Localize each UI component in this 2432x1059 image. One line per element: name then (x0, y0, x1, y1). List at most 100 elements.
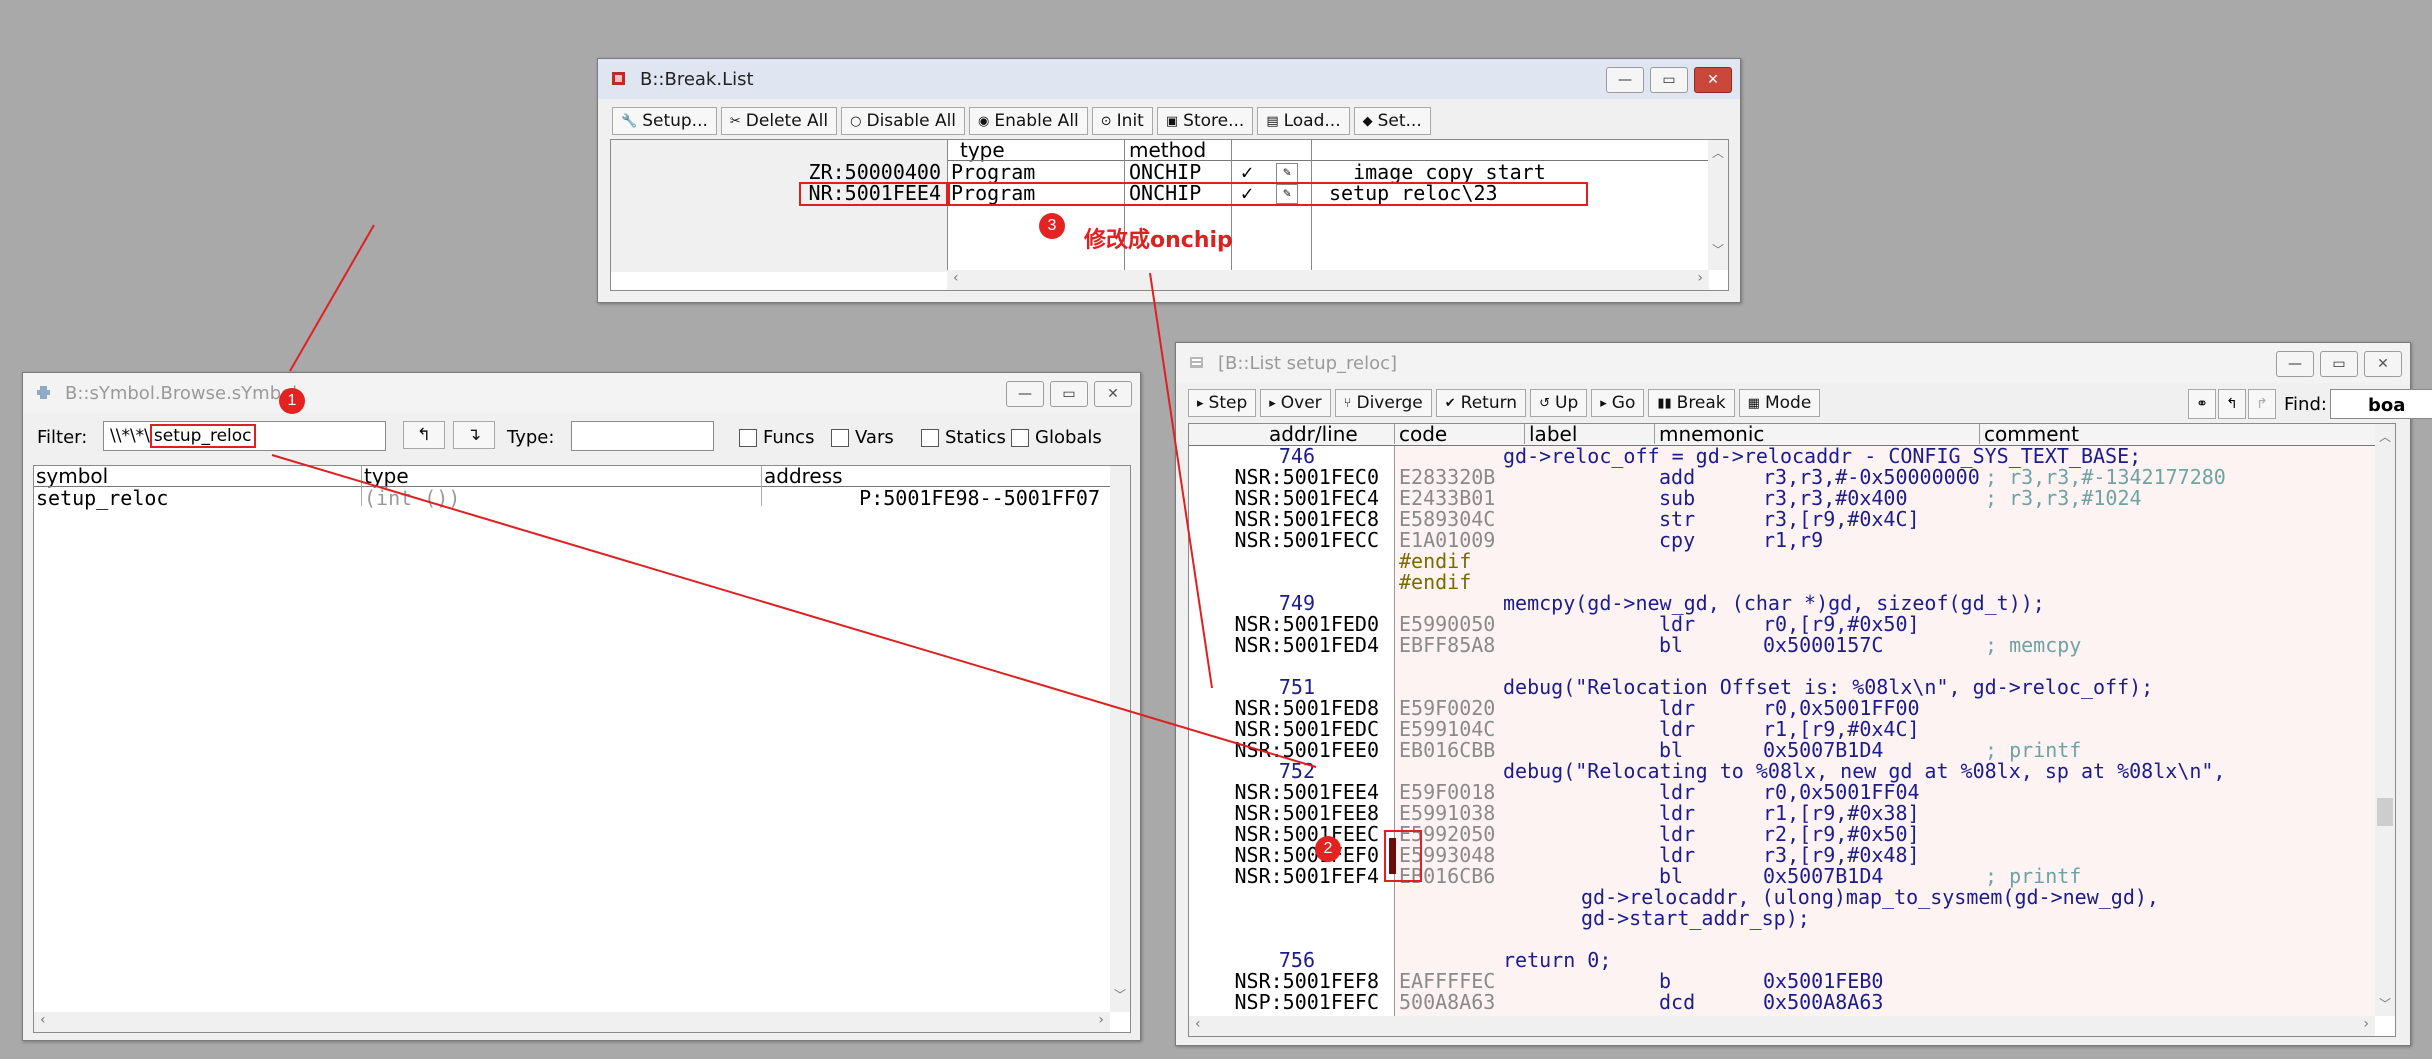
scroll-thumb[interactable] (2377, 798, 2393, 826)
redo-icon[interactable]: ↱ (2248, 389, 2276, 419)
asm-operands: r3,r3,#0x400 (1763, 486, 1908, 510)
up-button[interactable]: ↺ Up (1530, 389, 1588, 417)
breaklist-vscroll[interactable]: ︿ ﹀ (1708, 140, 1728, 270)
source-line[interactable]: 756 return 0; (1189, 950, 2375, 971)
list-hscroll[interactable]: ‹ › (1189, 1016, 2375, 1036)
setup-button[interactable]: 🔧 Setup... (612, 107, 717, 135)
asm-line[interactable]: NSR:5001FEE8 E5991038 ldr r1,[r9,#0x38] (1189, 803, 2375, 824)
column-header-comment[interactable]: comment (1984, 424, 2079, 444)
init-button[interactable]: ⊙ Init (1091, 107, 1153, 135)
asm-address: NSR:5001FEF4 (1234, 864, 1380, 888)
breakpoint-row[interactable]: ZR:50000400 Program ONCHIP ✓ ✎ __image_c… (611, 162, 1711, 183)
list-vscroll[interactable]: ︿ ﹀ (2375, 424, 2395, 1016)
minimize-button[interactable]: — (2276, 351, 2314, 377)
column-header-code[interactable]: code (1399, 424, 1447, 444)
source-continuation[interactable]: gd->start_addr_sp); (1189, 908, 2375, 929)
over-label: Over (1280, 393, 1322, 413)
load-icon: ▤ (1266, 113, 1279, 129)
asm-mnemonic: ldr (1659, 843, 1696, 867)
type-input[interactable] (571, 421, 714, 451)
disable-all-button[interactable]: ○ Disable All (841, 107, 966, 135)
column-header-addr-line[interactable]: addr/line (1269, 424, 1358, 444)
funcs-checkbox[interactable]: Funcs (739, 427, 814, 448)
asm-line[interactable]: NSR:5001FEC0 E283320B add r3,r3,#-0x5000000… (1189, 467, 2375, 488)
asm-operands: r3,r3,#-0x50000000 (1763, 465, 1980, 489)
asm-line[interactable]: NSR:5001FEF4 EB016CB6 bl 0x5007B1D4; printf (1189, 866, 2375, 887)
maximize-button[interactable]: ▭ (1050, 381, 1088, 407)
symbol-type: (int ()) (364, 486, 461, 510)
preprocessor-line[interactable]: #endif (1189, 551, 2375, 572)
set-button[interactable]: ◆ Set... (1353, 107, 1431, 135)
break-button[interactable]: ▮▮ Break (1648, 389, 1735, 417)
list-titlebar[interactable]: [B::List setup_reloc] — ▭ ✕ (1176, 343, 2410, 383)
asm-operands: 0x5007B1D4 (1763, 738, 1884, 762)
bp-edit-icon[interactable]: ✎ (1276, 163, 1298, 183)
column-header-mnemonic[interactable]: mnemonic (1659, 424, 1764, 444)
close-button[interactable]: ✕ (2364, 351, 2402, 377)
breaklist-hscroll[interactable]: ‹ › (947, 270, 1709, 290)
statics-checkbox[interactable]: Statics (921, 427, 1006, 448)
asm-line[interactable]: NSR:5001FEE0 EB016CBB bl 0x5007B1D4 ; printf (1189, 740, 2375, 761)
column-header-label[interactable]: label (1529, 424, 1577, 444)
asm-line[interactable]: NSR:5001FEF8 EAFFFFEC b 0x5001FEB0 (1189, 971, 2375, 992)
mode-label: Mode (1764, 393, 1812, 413)
source-continuation[interactable]: gd->relocaddr, (ulong)map_to_sysmem(gd->… (1189, 887, 2375, 908)
undo-icon[interactable]: ↰ (2218, 389, 2246, 419)
up-icon: ↺ (1539, 395, 1550, 411)
step-button[interactable]: ▸ Step (1188, 389, 1257, 417)
store-button[interactable]: ▣ Store... (1156, 107, 1254, 135)
asm-operands: r1,r9 (1763, 528, 1824, 552)
return-button[interactable]: ✔ Return (1435, 389, 1527, 417)
source-line[interactable]: 746 gd->reloc_off = gd->relocaddr - CONFI… (1189, 446, 2375, 467)
asm-line[interactable]: NSR:5001FEF0 E5993048 ldr r3,[r9,#0x48] (1189, 845, 2375, 866)
asm-line[interactable]: NSR:5001FEE4 E59F0018 ldr r0,0x5001FF04 (1189, 782, 2375, 803)
asm-address: NSR:5001FEEC (1234, 822, 1380, 846)
column-header-symbol[interactable]: symbol (36, 466, 108, 486)
source-line[interactable]: 749 memcpy(gd->new_gd, (char *)gd, sizeof… (1189, 593, 2375, 614)
load-button[interactable]: ▤ Load... (1257, 107, 1350, 135)
over-button[interactable]: ▸ Over (1260, 389, 1331, 417)
mode-extra-icon[interactable]: ⚭ (2188, 389, 2216, 419)
enable-all-button[interactable]: ◉ Enable All (969, 107, 1088, 135)
column-header-type[interactable]: type (364, 466, 409, 486)
vars-checkbox[interactable]: Vars (831, 427, 894, 448)
source-line[interactable]: 751 debug("Relocation Offset is: %08lx\n"… (1189, 677, 2375, 698)
bp-enabled-check[interactable]: ✓ (1241, 162, 1253, 183)
asm-line[interactable]: NSR:5001FEDC E599104C ldr r1,[r9,#0x4C] (1189, 719, 2375, 740)
asm-line[interactable]: NSR:5001FEC4 E2433B01 sub r3,r3,#0x400 ; r3,… (1189, 488, 2375, 509)
symbol-hscroll[interactable]: ‹ › (34, 1012, 1110, 1032)
asm-line[interactable]: NSP:5001FEFC 500A8A63 dcd 0x500A8A63 (1189, 992, 2375, 1013)
sort-up-button[interactable]: ↰ (403, 421, 445, 449)
asm-operands: r0,0x5001FF00 (1763, 696, 1920, 720)
close-button[interactable]: ✕ (1694, 67, 1732, 93)
breaklist-titlebar[interactable]: B::Break.List — ▭ ✕ (598, 59, 1740, 99)
minimize-button[interactable]: — (1006, 381, 1044, 407)
delete-all-button[interactable]: ✂ Delete All (720, 107, 838, 135)
filter-input[interactable]: \\*\*\ setup_reloc (103, 421, 386, 451)
go-button[interactable]: ▸ Go (1591, 389, 1645, 417)
source-line[interactable]: 752 debug("Relocating to %08lx, new gd at… (1189, 761, 2375, 782)
symbol-row[interactable]: setup_reloc (int ()) P:5001FE98--5001FF0… (34, 488, 1114, 509)
symbol-vscroll[interactable]: ﹀ (1110, 466, 1130, 1012)
sort-down-button[interactable]: ↴ (453, 421, 495, 449)
minimize-button[interactable]: — (1606, 67, 1644, 93)
asm-line[interactable]: NSR:5001FEEC E5992050 ldr r2,[r9,#0x50] (1189, 824, 2375, 845)
asm-line[interactable]: NSR:5001FECC E1A01009 cpy r1,r9 (1189, 530, 2375, 551)
init-label: Init (1116, 111, 1144, 131)
diverge-button[interactable]: ⑂ Diverge (1334, 389, 1432, 417)
asm-line[interactable]: NSR:5001FEC8 E589304C str r3,[r9,#0x4C] (1189, 509, 2375, 530)
globals-checkbox[interactable]: Globals (1011, 427, 1102, 448)
asm-line[interactable]: NSR:5001FED0 E5990050 ldr r0,[r9,#0x50] (1189, 614, 2375, 635)
maximize-button[interactable]: ▭ (1650, 67, 1688, 93)
asm-line[interactable]: NSR:5001FED8 E59F0020 ldr r0,0x5001FF00 (1189, 698, 2375, 719)
column-header-method[interactable]: method (1129, 140, 1206, 160)
close-button[interactable]: ✕ (1094, 381, 1132, 407)
maximize-button[interactable]: ▭ (2320, 351, 2358, 377)
column-header-type[interactable]: type (960, 140, 1005, 160)
column-header-address[interactable]: address (764, 466, 843, 486)
symbol-titlebar[interactable]: B::sYmbol.Browse.sYmbol 1 — ▭ ✕ (23, 373, 1140, 414)
asm-line[interactable]: NSR:5001FED4 EBFF85A8 bl 0x5000157C ; memcpy (1189, 635, 2375, 656)
breakpoint-table: address type method ZR:50000400 Program … (610, 139, 1729, 291)
preprocessor-line[interactable]: #endif (1189, 572, 2375, 593)
mode-button[interactable]: ▦ Mode (1738, 389, 1821, 417)
